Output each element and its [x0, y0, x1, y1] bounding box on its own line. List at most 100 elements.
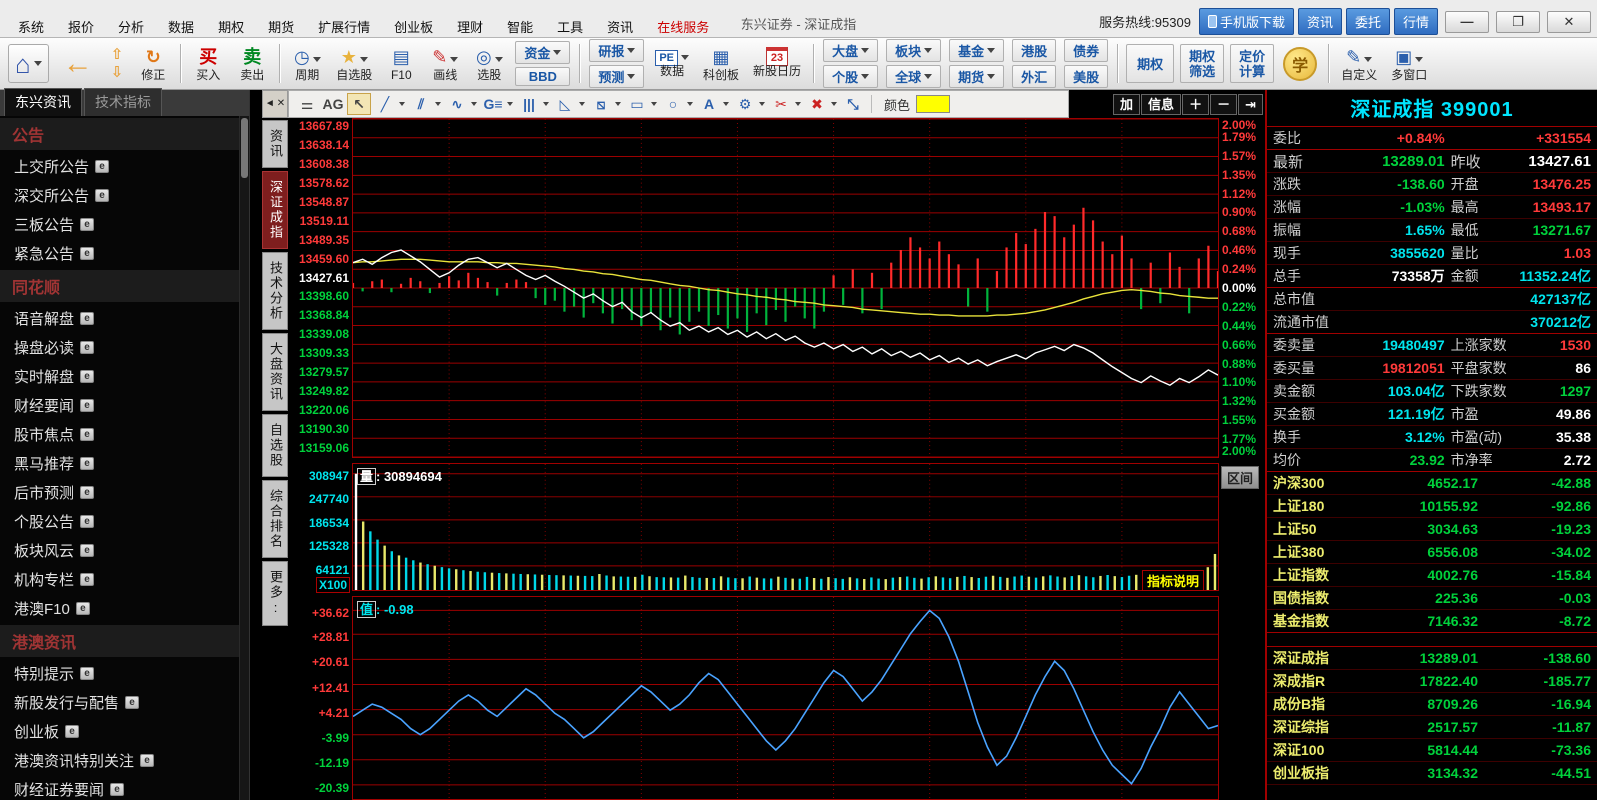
market-stock-button-0[interactable]: 大盘 [823, 39, 878, 62]
funds-bbd-button-0[interactable]: 资金 [515, 41, 570, 64]
settings-tool[interactable]: ⚙ [733, 93, 757, 115]
close-button[interactable]: ✕ [1547, 11, 1591, 33]
menu-item-7[interactable]: 创业板 [382, 15, 445, 38]
add-indicator-button[interactable]: 加 [1113, 94, 1140, 115]
sidebar-tab-0[interactable]: 东兴资讯 [4, 88, 82, 116]
intraday-price-chart[interactable] [352, 118, 1219, 458]
sidebar-item[interactable]: 三板公告e [0, 210, 239, 239]
menu-item-6[interactable]: 扩展行情 [306, 15, 382, 38]
sidebar-item[interactable]: 港澳F10e [0, 594, 239, 623]
indicator-params-tool[interactable]: ⚌ [295, 93, 319, 115]
sidebar-item[interactable]: 板块风云e [0, 536, 239, 565]
bond-us-button-0[interactable]: 债券 [1064, 39, 1108, 62]
up-arrow-button[interactable]: ⇧ [111, 47, 124, 62]
menu-item-11[interactable]: 资讯 [595, 15, 645, 38]
sidebar-item[interactable]: 后市预测e [0, 478, 239, 507]
draw-line-button[interactable]: ✎画线 [423, 40, 467, 87]
cursor-tool[interactable]: ↖ [347, 93, 371, 115]
ag-tool[interactable]: AG [321, 93, 345, 115]
sidebar-item[interactable]: 新股发行与配售e [0, 688, 239, 717]
multi-window-button[interactable]: ▣多窗口 [1384, 40, 1434, 87]
chart-vtab-3[interactable]: 大盘资讯 [262, 333, 288, 411]
restore-button[interactable]: ❐ [1496, 11, 1540, 33]
order-button[interactable]: 委托 [1346, 8, 1390, 35]
quotes-button[interactable]: 行情 [1394, 8, 1438, 35]
index-row[interactable]: 国债指数225.36-0.03 [1267, 587, 1597, 610]
rect-tool[interactable]: ▭ [625, 93, 649, 115]
menu-item-10[interactable]: 工具 [545, 15, 595, 38]
index-row[interactable]: 上证指数4002.76-15.84 [1267, 564, 1597, 587]
sidebar-item[interactable]: 上交所公告e [0, 152, 239, 181]
index-row[interactable]: 上证3806556.08-34.02 [1267, 541, 1597, 564]
sidebar-item[interactable]: 实时解盘e [0, 362, 239, 391]
hatch-tool[interactable]: ⧅ [589, 93, 613, 115]
star-market-button[interactable]: ▦科创板 [696, 40, 746, 87]
sell-button[interactable]: 卖卖出 [230, 40, 274, 87]
sidebar-scrollbar[interactable] [239, 116, 249, 800]
funds-bbd-button-1[interactable]: BBD [515, 67, 570, 86]
chart-vtab-2[interactable]: 技术分析 [262, 252, 288, 330]
sector-global-button-1[interactable]: 全球 [886, 65, 941, 88]
bond-us-button-1[interactable]: 美股 [1064, 65, 1108, 88]
range-stats-button[interactable]: 区间 [1221, 466, 1259, 489]
sidebar-item[interactable]: 创业板e [0, 717, 239, 746]
zoom-in-button[interactable]: ＋ [1182, 94, 1209, 115]
chart-vtab-6[interactable]: 更多: [262, 561, 288, 626]
resize-tool[interactable]: ⤡ [841, 93, 865, 115]
panel-close-icon[interactable]: ✕ [277, 99, 285, 109]
menu-item-12[interactable]: 在线服务 [645, 15, 721, 38]
index-row[interactable]: 沪深3004652.17-42.88 [1267, 472, 1597, 495]
sidebar-item[interactable]: 语音解盘e [0, 304, 239, 333]
menu-item-3[interactable]: 数据 [156, 15, 206, 38]
menu-item-8[interactable]: 理财 [445, 15, 495, 38]
index-row[interactable]: 创业板指3134.32-44.51 [1267, 762, 1597, 785]
index-row[interactable]: 深证成指13289.01-138.60 [1267, 647, 1597, 670]
stock-picker-button[interactable]: ◎选股 [467, 40, 511, 87]
buy-button[interactable]: 买买入 [186, 40, 230, 87]
index-row[interactable]: 深成指R17822.40-185.77 [1267, 670, 1597, 693]
learn-button[interactable]: 学 [1283, 47, 1317, 81]
hk-forex-button-1[interactable]: 外汇 [1012, 65, 1056, 88]
sidebar-item[interactable]: 特别提示e [0, 659, 239, 688]
options-filter-button[interactable]: 期权筛选 [1180, 44, 1224, 83]
index-row[interactable]: 深证综指2517.57-11.87 [1267, 716, 1597, 739]
circle-tool[interactable]: ○ [661, 93, 685, 115]
sidebar-item[interactable]: 财经要闻e [0, 391, 239, 420]
color-swatch[interactable] [916, 95, 950, 113]
home-button[interactable]: ⌂ [8, 44, 49, 83]
period-button[interactable]: ◷周期 [285, 40, 329, 87]
indicator-chart[interactable]: 值: -0.98 [352, 596, 1219, 800]
sidebar-item[interactable]: 个股公告e [0, 507, 239, 536]
index-row[interactable]: 上证503034.63-19.23 [1267, 518, 1597, 541]
menu-item-0[interactable]: 系统 [6, 15, 56, 38]
line-tool[interactable]: ╱ [373, 93, 397, 115]
menu-item-2[interactable]: 分析 [106, 15, 156, 38]
menu-item-1[interactable]: 报价 [56, 15, 106, 38]
customize-button[interactable]: ✎自定义 [1334, 40, 1384, 87]
index-row[interactable]: 深证1005814.44-73.36 [1267, 739, 1597, 762]
minimize-button[interactable]: — [1445, 11, 1489, 33]
down-arrow-button[interactable]: ⇩ [111, 65, 124, 80]
chart-vtab-0[interactable]: 资讯 [262, 120, 288, 168]
fund-futures-button-1[interactable]: 期货 [949, 65, 1004, 88]
research-forecast-button-1[interactable]: 预测 [589, 65, 644, 88]
index-row[interactable]: 上证18010155.92-92.86 [1267, 495, 1597, 518]
indicator-help-button[interactable]: 指标说明 [1142, 570, 1204, 591]
watchlist-button[interactable]: ★自选股 [329, 40, 379, 87]
delete-tool[interactable]: ✖ [805, 93, 829, 115]
index-row[interactable]: 成份B指8709.26-16.94 [1267, 693, 1597, 716]
vertical-grid-tool[interactable]: ||| [517, 93, 541, 115]
cut-tool[interactable]: ✂ [769, 93, 793, 115]
back-button[interactable]: ← [53, 40, 103, 87]
revise-button[interactable]: ↻修正 [131, 40, 175, 87]
pe-data-button[interactable]: PE数据 [648, 40, 696, 87]
fan-line-tool[interactable]: ◺ [553, 93, 577, 115]
sidebar-tab-1[interactable]: 技术指标 [84, 88, 162, 116]
golden-section-tool[interactable]: G≡ [481, 93, 505, 115]
news-button[interactable]: 资讯 [1298, 8, 1342, 35]
zoom-out-button[interactable]: － [1210, 94, 1237, 115]
sidebar-item[interactable]: 黑马推荐e [0, 449, 239, 478]
ipo-calendar-button[interactable]: 23新股日历 [746, 40, 808, 87]
sidebar-item[interactable]: 紧急公告e [0, 239, 239, 268]
fund-futures-button-0[interactable]: 基金 [949, 39, 1004, 62]
